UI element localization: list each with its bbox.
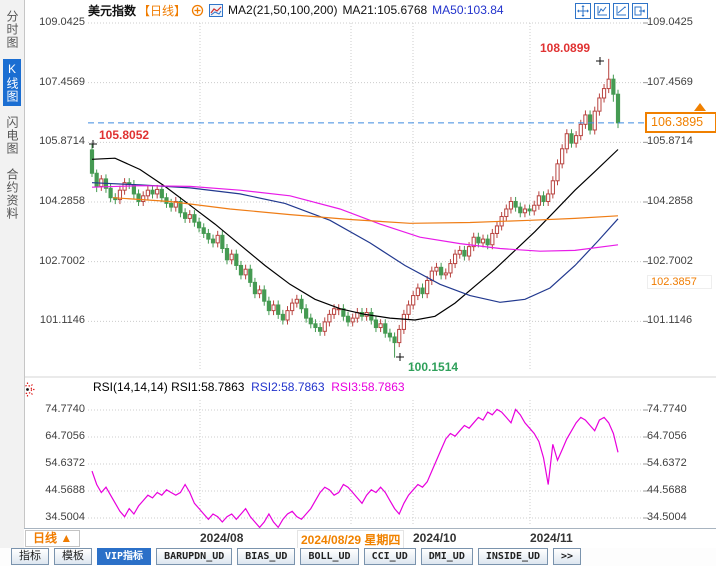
period-selector-button[interactable]: 日线 ▲ — [25, 530, 81, 547]
candlesticks — [89, 58, 621, 358]
tab-cci-ud[interactable]: CCI_UD — [363, 548, 416, 565]
price-axis-label: 102.7002 — [647, 254, 693, 267]
indicator-tab-bar: 指标 模板 VIP指标 BARUPDN_UD BIAS_UD BOLL_UD CCI_UD D… — [0, 548, 716, 566]
rsi1-value: RSI1:58.7863 — [171, 380, 245, 394]
ma-group-label: MA2(21,50,100,200) — [228, 3, 338, 17]
rsi-axis-label: 64.7056 — [647, 430, 687, 442]
rsi-axis-label: 64.7056 — [45, 430, 85, 442]
price-axis-label: 101.1146 — [39, 314, 85, 327]
price-annotation: 105.8052 — [99, 128, 150, 142]
rsi-axis-label: 74.7740 — [45, 403, 85, 415]
ma21-value: MA21:105.6768 — [342, 3, 428, 17]
price-axis-label: 107.4569 — [647, 75, 693, 88]
date-axis-label: 2024/08 — [200, 531, 244, 545]
price-annotation: 108.0899 — [540, 41, 591, 55]
rsi2-value: RSI2:58.7863 — [251, 380, 325, 394]
pan-crosshair-icon[interactable] — [575, 3, 591, 19]
rsi-axis-label: 44.5688 — [647, 484, 687, 496]
tab-more[interactable]: >> — [553, 548, 582, 565]
chart-toolbar — [575, 3, 648, 19]
current-price-tag: 106.3895 — [645, 112, 716, 133]
rsi-axis-label: 34.5004 — [45, 511, 85, 523]
tab-barupdn-ud[interactable]: BARUPDN_UD — [156, 548, 233, 565]
rsi-indicator-header: RSI(14,14,14) RSI1:58.7863 RSI2:58.7863 … — [93, 380, 405, 394]
price-axis-label: 101.1146 — [647, 314, 693, 327]
rsi-axis-label: 54.6372 — [45, 457, 85, 469]
price-axis-label: 105.8714 — [39, 135, 85, 148]
price-axis-label: 109.0425 — [647, 16, 693, 28]
sidebar-item-kline-chart[interactable]: K线图 — [3, 59, 21, 106]
date-axis-label: 2024/10 — [413, 531, 457, 545]
chart-header: 美元指数 【日线】 MA2(21,50,100,200) MA21:105.67… — [88, 2, 504, 18]
chart-application-window: 分时图 K线图闪电图合约资料 美元指数 【日线】 MA2(21,50,100,20… — [0, 0, 716, 566]
popout-icon[interactable] — [632, 3, 648, 19]
tab-bias-ud[interactable]: BIAS_UD — [237, 548, 296, 565]
chart-plot-canvas[interactable] — [0, 0, 716, 566]
kline-mini-icon — [209, 3, 224, 17]
tab-indicators[interactable]: 指标 — [11, 548, 49, 565]
add-overlay-icon[interactable] — [191, 4, 204, 17]
rsi-axis-label: 34.5004 — [647, 511, 687, 523]
period-label: 【日线】 — [138, 3, 187, 18]
chart-type-sidebar: 分时图 K线图闪电图合约资料 — [0, 0, 25, 548]
sidebar-item-flash-chart[interactable]: 闪电图 — [3, 113, 21, 158]
selected-date-label: 2024/08/29 星期四 — [297, 530, 405, 549]
sidebar-item-time-chart[interactable]: 分时图 — [3, 7, 21, 52]
measure-icon[interactable] — [613, 3, 629, 19]
rsi-axis-label: 44.5688 — [45, 484, 85, 496]
price-axis-label: 107.4569 — [39, 75, 85, 88]
tab-dmi-ud[interactable]: DMI_UD — [420, 548, 473, 565]
price-axis-label: 105.8714 — [647, 135, 693, 148]
price-axis-label: 104.2858 — [39, 195, 85, 207]
price-up-arrow-icon — [694, 103, 706, 111]
tab-vip-indicators[interactable]: VIP指标 — [97, 548, 152, 565]
rsi-title: RSI(14,14,14) — [93, 380, 168, 394]
price-axis-label: 109.0425 — [39, 16, 85, 28]
rsi-line — [91, 408, 619, 529]
symbol-name: 美元指数 — [88, 3, 137, 18]
price-axis-label: 102.7002 — [39, 254, 85, 267]
tab-inside-ud[interactable]: INSIDE_UD — [477, 548, 549, 565]
tab-templates[interactable]: 模板 — [54, 548, 92, 565]
zoom-area-icon[interactable] — [594, 3, 610, 19]
time-axis-row: 日线 ▲ 2024/08 2024/08/29 星期四 2024/10 2024/11 — [24, 528, 716, 549]
rsi3-value: RSI3:58.7863 — [331, 380, 405, 394]
sidebar-item-contract-info[interactable]: 合约资料 — [3, 165, 21, 223]
price-axis-label: 104.2858 — [647, 195, 693, 207]
price-annotation: 100.1514 — [408, 360, 459, 374]
ma-axis-tag: 102.3857 — [647, 274, 712, 289]
date-axis-label: 2024/11 — [530, 531, 573, 545]
rsi-axis-label: 54.6372 — [647, 457, 687, 469]
rsi-axis-label: 74.7740 — [647, 403, 687, 415]
ma50-value: MA50:103.84 — [432, 3, 504, 17]
tab-boll-ud[interactable]: BOLL_UD — [300, 548, 359, 565]
